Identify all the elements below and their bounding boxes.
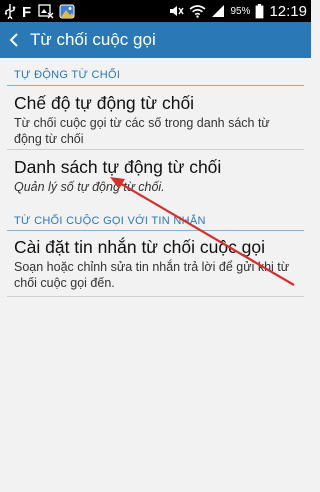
usb-icon (4, 3, 16, 19)
status-bar: F 95% 12:19 (0, 0, 311, 22)
item-divider (7, 296, 304, 297)
list-item-auto-reject-list[interactable]: Danh sách tự động từ chối Quản lý số tự … (0, 156, 311, 195)
battery-icon (255, 3, 264, 19)
chevron-left-icon (9, 33, 18, 47)
page-title: Từ chối cuộc gọi (30, 30, 156, 49)
section-divider (7, 85, 304, 86)
photo-icon (59, 3, 75, 19)
battery-percent: 95% (230, 5, 251, 17)
section-header-reject-with-message: TỪ CHỐI CUỘC GỌI VỚI TIN NHẮN (14, 215, 206, 227)
image-icon (38, 3, 54, 19)
signal-icon (211, 3, 225, 19)
action-bar: Từ chối cuộc gọi (0, 22, 311, 58)
back-button[interactable] (2, 22, 26, 58)
mute-icon (168, 3, 185, 19)
item-title: Chế độ tự động từ chối (14, 93, 195, 113)
item-title: Danh sách tự động từ chối (14, 157, 222, 177)
item-divider (7, 149, 304, 150)
clock: 12:19 (269, 2, 307, 20)
svg-text:F: F (22, 4, 31, 18)
wifi-icon (189, 3, 206, 19)
item-subtitle: Quản lý số tự động từ chối. (14, 180, 165, 194)
facebook-icon: F (21, 3, 33, 19)
section-header-auto-reject: TỰ ĐỘNG TỪ CHỐI (14, 69, 121, 81)
section-divider (7, 230, 304, 231)
item-subtitle: Từ chối cuộc gọi từ các số trong danh sá… (14, 116, 270, 146)
item-title: Cài đặt tin nhắn từ chối cuộc gọi (14, 237, 266, 257)
list-item-auto-reject-mode[interactable]: Chế độ tự động từ chối Từ chối cuộc gọi … (0, 92, 311, 147)
list-item-reject-message-settings[interactable]: Cài đặt tin nhắn từ chối cuộc gọi Soạn h… (0, 236, 311, 291)
item-subtitle: Soạn hoặc chỉnh sửa tin nhắn trả lời để … (14, 260, 290, 290)
